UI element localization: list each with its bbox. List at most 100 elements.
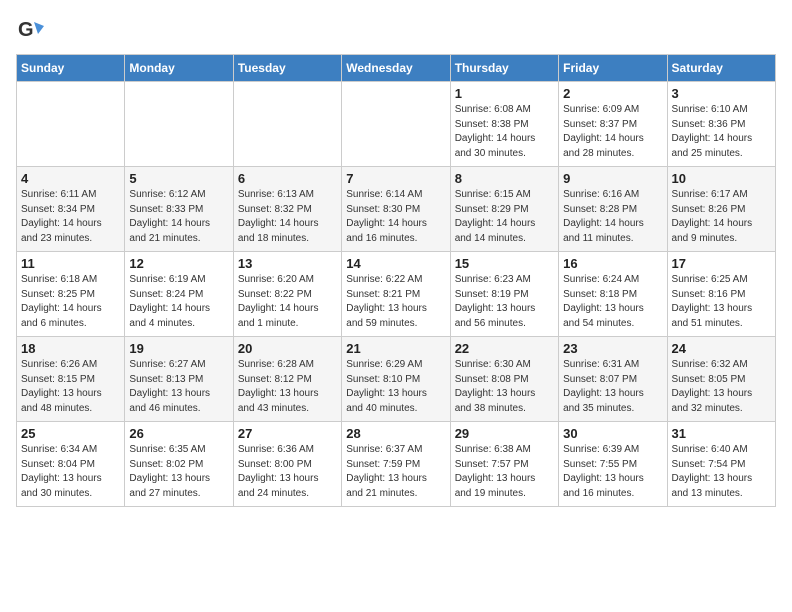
calendar-cell	[125, 82, 233, 167]
day-info: Sunrise: 6:29 AM Sunset: 8:10 PM Dayligh…	[346, 358, 445, 416]
weekday-header: Tuesday	[233, 55, 341, 82]
day-info: Sunrise: 6:32 AM Sunset: 8:05 PM Dayligh…	[672, 358, 771, 416]
day-info: Sunrise: 6:34 AM Sunset: 8:04 PM Dayligh…	[21, 443, 120, 501]
day-number: 25	[21, 426, 120, 441]
calendar-cell: 7Sunrise: 6:14 AM Sunset: 8:30 PM Daylig…	[342, 167, 450, 252]
day-number: 29	[455, 426, 554, 441]
calendar-cell: 4 Sunrise: 6:11 AM Sunset: 8:34 PM Daylig…	[17, 167, 125, 252]
calendar-cell: 25 Sunrise: 6:34 AM Sunset: 8:04 PM Dayli…	[17, 422, 125, 507]
calendar-cell: 15 Sunrise: 6:23 AM Sunset: 8:19 PM Dayli…	[450, 252, 558, 337]
day-number: 30	[563, 426, 662, 441]
day-number: 18	[21, 341, 120, 356]
calendar-cell	[17, 82, 125, 167]
calendar-cell: 11 Sunrise: 6:18 AM Sunset: 8:25 PM Dayli…	[17, 252, 125, 337]
day-info: Sunrise: 6:18 AM Sunset: 8:25 PM Dayligh…	[21, 273, 120, 331]
day-number: 4	[21, 171, 120, 186]
weekday-header: Monday	[125, 55, 233, 82]
day-number: 6	[238, 171, 337, 186]
calendar-cell: 10 Sunrise: 6:17 AM Sunset: 8:26 PM Dayli…	[667, 167, 775, 252]
day-number: 24	[672, 341, 771, 356]
day-number: 22	[455, 341, 554, 356]
weekday-header: Friday	[559, 55, 667, 82]
day-number: 9	[563, 171, 662, 186]
day-info: Sunrise: 6:26 AM Sunset: 8:15 PM Dayligh…	[21, 358, 120, 416]
day-info: Sunrise: 6:10 AM Sunset: 8:36 PM Dayligh…	[672, 103, 771, 161]
logo-icon: G	[16, 16, 44, 44]
calendar-cell: 14Sunrise: 6:22 AM Sunset: 8:21 PM Dayli…	[342, 252, 450, 337]
weekday-header: Wednesday	[342, 55, 450, 82]
day-info: Sunrise: 6:08 AM Sunset: 8:38 PM Dayligh…	[455, 103, 554, 161]
calendar-cell: 31Sunrise: 6:40 AM Sunset: 7:54 PM Dayli…	[667, 422, 775, 507]
day-number: 13	[238, 256, 337, 271]
calendar-cell: 23 Sunrise: 6:31 AM Sunset: 8:07 PM Dayli…	[559, 337, 667, 422]
calendar-cell: 6 Sunrise: 6:13 AM Sunset: 8:32 PM Daylig…	[233, 167, 341, 252]
weekday-header: Sunday	[17, 55, 125, 82]
day-number: 2	[563, 86, 662, 101]
calendar-cell: 5Sunrise: 6:12 AM Sunset: 8:33 PM Daylig…	[125, 167, 233, 252]
day-number: 17	[672, 256, 771, 271]
calendar-cell: 24 Sunrise: 6:32 AM Sunset: 8:05 PM Dayli…	[667, 337, 775, 422]
day-number: 14	[346, 256, 445, 271]
day-number: 8	[455, 171, 554, 186]
calendar-cell: 19 Sunrise: 6:27 AM Sunset: 8:13 PM Dayli…	[125, 337, 233, 422]
day-info: Sunrise: 6:17 AM Sunset: 8:26 PM Dayligh…	[672, 188, 771, 246]
day-number: 3	[672, 86, 771, 101]
day-info: Sunrise: 6:35 AM Sunset: 8:02 PM Dayligh…	[129, 443, 228, 501]
day-number: 5	[129, 171, 228, 186]
day-number: 28	[346, 426, 445, 441]
day-info: Sunrise: 6:27 AM Sunset: 8:13 PM Dayligh…	[129, 358, 228, 416]
day-number: 10	[672, 171, 771, 186]
calendar-cell: 30 Sunrise: 6:39 AM Sunset: 7:55 PM Dayli…	[559, 422, 667, 507]
calendar-cell: 3 Sunrise: 6:10 AM Sunset: 8:36 PM Daylig…	[667, 82, 775, 167]
calendar-cell: 22Sunrise: 6:30 AM Sunset: 8:08 PM Dayli…	[450, 337, 558, 422]
calendar-header: SundayMondayTuesdayWednesdayThursdayFrid…	[17, 55, 776, 82]
calendar-cell: 21 Sunrise: 6:29 AM Sunset: 8:10 PM Dayli…	[342, 337, 450, 422]
day-info: Sunrise: 6:24 AM Sunset: 8:18 PM Dayligh…	[563, 273, 662, 331]
calendar-cell: 9 Sunrise: 6:16 AM Sunset: 8:28 PM Daylig…	[559, 167, 667, 252]
day-info: Sunrise: 6:36 AM Sunset: 8:00 PM Dayligh…	[238, 443, 337, 501]
calendar-cell: 29Sunrise: 6:38 AM Sunset: 7:57 PM Dayli…	[450, 422, 558, 507]
calendar-week-row: 4 Sunrise: 6:11 AM Sunset: 8:34 PM Daylig…	[17, 167, 776, 252]
day-info: Sunrise: 6:11 AM Sunset: 8:34 PM Dayligh…	[21, 188, 120, 246]
calendar-cell: 18 Sunrise: 6:26 AM Sunset: 8:15 PM Dayli…	[17, 337, 125, 422]
day-number: 19	[129, 341, 228, 356]
day-info: Sunrise: 6:25 AM Sunset: 8:16 PM Dayligh…	[672, 273, 771, 331]
day-number: 1	[455, 86, 554, 101]
calendar-week-row: 1 Sunrise: 6:08 AM Sunset: 8:38 PM Daylig…	[17, 82, 776, 167]
calendar-cell: 2Sunrise: 6:09 AM Sunset: 8:37 PM Daylig…	[559, 82, 667, 167]
calendar-cell	[233, 82, 341, 167]
calendar-cell: 13Sunrise: 6:20 AM Sunset: 8:22 PM Dayli…	[233, 252, 341, 337]
day-info: Sunrise: 6:23 AM Sunset: 8:19 PM Dayligh…	[455, 273, 554, 331]
weekday-header: Thursday	[450, 55, 558, 82]
calendar-cell: 28 Sunrise: 6:37 AM Sunset: 7:59 PM Dayli…	[342, 422, 450, 507]
calendar-cell: 20Sunrise: 6:28 AM Sunset: 8:12 PM Dayli…	[233, 337, 341, 422]
day-number: 31	[672, 426, 771, 441]
day-info: Sunrise: 6:15 AM Sunset: 8:29 PM Dayligh…	[455, 188, 554, 246]
day-info: Sunrise: 6:28 AM Sunset: 8:12 PM Dayligh…	[238, 358, 337, 416]
day-info: Sunrise: 6:31 AM Sunset: 8:07 PM Dayligh…	[563, 358, 662, 416]
svg-text:G: G	[18, 19, 34, 41]
day-info: Sunrise: 6:19 AM Sunset: 8:24 PM Dayligh…	[129, 273, 228, 331]
day-info: Sunrise: 6:14 AM Sunset: 8:30 PM Dayligh…	[346, 188, 445, 246]
day-number: 21	[346, 341, 445, 356]
day-number: 12	[129, 256, 228, 271]
calendar-week-row: 25 Sunrise: 6:34 AM Sunset: 8:04 PM Dayli…	[17, 422, 776, 507]
calendar-cell: 17 Sunrise: 6:25 AM Sunset: 8:16 PM Dayli…	[667, 252, 775, 337]
day-number: 15	[455, 256, 554, 271]
calendar-table: SundayMondayTuesdayWednesdayThursdayFrid…	[16, 54, 776, 507]
calendar-cell: 16 Sunrise: 6:24 AM Sunset: 8:18 PM Dayli…	[559, 252, 667, 337]
calendar-body: 1 Sunrise: 6:08 AM Sunset: 8:38 PM Daylig…	[17, 82, 776, 507]
calendar-cell: 12 Sunrise: 6:19 AM Sunset: 8:24 PM Dayli…	[125, 252, 233, 337]
day-info: Sunrise: 6:16 AM Sunset: 8:28 PM Dayligh…	[563, 188, 662, 246]
calendar-week-row: 11 Sunrise: 6:18 AM Sunset: 8:25 PM Dayli…	[17, 252, 776, 337]
day-number: 11	[21, 256, 120, 271]
day-info: Sunrise: 6:37 AM Sunset: 7:59 PM Dayligh…	[346, 443, 445, 501]
calendar-cell: 27 Sunrise: 6:36 AM Sunset: 8:00 PM Dayli…	[233, 422, 341, 507]
day-number: 23	[563, 341, 662, 356]
day-number: 16	[563, 256, 662, 271]
calendar-cell: 26Sunrise: 6:35 AM Sunset: 8:02 PM Dayli…	[125, 422, 233, 507]
weekday-header: Saturday	[667, 55, 775, 82]
day-number: 27	[238, 426, 337, 441]
day-info: Sunrise: 6:13 AM Sunset: 8:32 PM Dayligh…	[238, 188, 337, 246]
day-info: Sunrise: 6:39 AM Sunset: 7:55 PM Dayligh…	[563, 443, 662, 501]
